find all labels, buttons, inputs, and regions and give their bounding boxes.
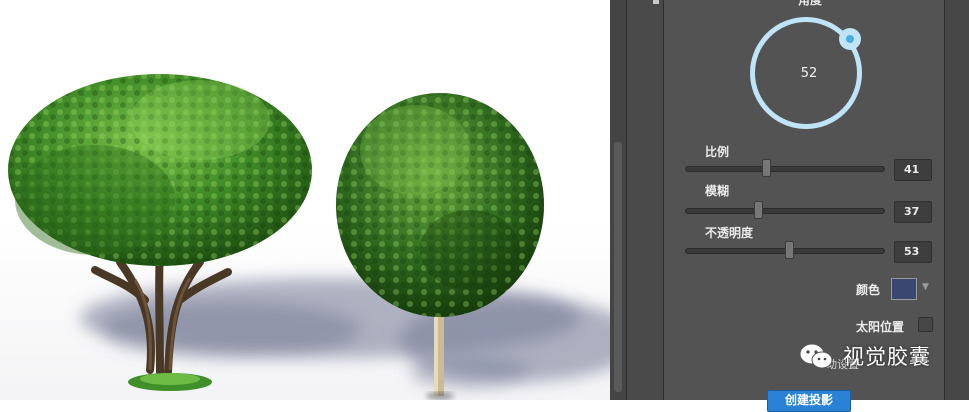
create-shadow-button[interactable]: 创建投影	[767, 390, 851, 412]
panel-side-dock	[627, 0, 664, 400]
blur-label: 模糊	[705, 184, 730, 198]
watermark: 视觉胶囊	[797, 340, 931, 372]
color-label: 颜色	[856, 283, 881, 297]
blur-slider-handle[interactable]	[753, 201, 763, 219]
angle-title: 角度	[797, 0, 822, 7]
image-canvas	[0, 0, 610, 400]
sun-position-checkbox[interactable]	[918, 317, 933, 332]
watermark-text: 视觉胶囊	[843, 345, 931, 369]
tree-scene-graphic	[8, 74, 610, 400]
scale-slider-track[interactable]	[685, 166, 885, 172]
dock-marker	[653, 0, 659, 4]
opacity-label: 不透明度	[705, 226, 754, 240]
color-dropdown-arrow-icon[interactable]: ▼	[922, 282, 929, 292]
blur-slider-track[interactable]	[685, 208, 885, 214]
panel-scroll-thumb[interactable]	[614, 142, 622, 392]
angle-value: 52	[800, 66, 818, 81]
shadow-color-swatch[interactable]	[891, 278, 917, 300]
panel-right-edge	[945, 0, 969, 400]
scale-label: 比例	[705, 145, 730, 159]
angle-dial-knob[interactable]	[839, 28, 861, 50]
opacity-slider-handle[interactable]	[785, 241, 795, 259]
opacity-value-input[interactable]: 53	[894, 241, 932, 263]
wechat-icon	[799, 343, 833, 369]
scale-value-input[interactable]: 41	[894, 159, 932, 181]
blur-value-input[interactable]: 37	[894, 201, 932, 223]
scale-slider-handle[interactable]	[761, 159, 771, 177]
sun-position-label: 太阳位置	[856, 320, 905, 334]
